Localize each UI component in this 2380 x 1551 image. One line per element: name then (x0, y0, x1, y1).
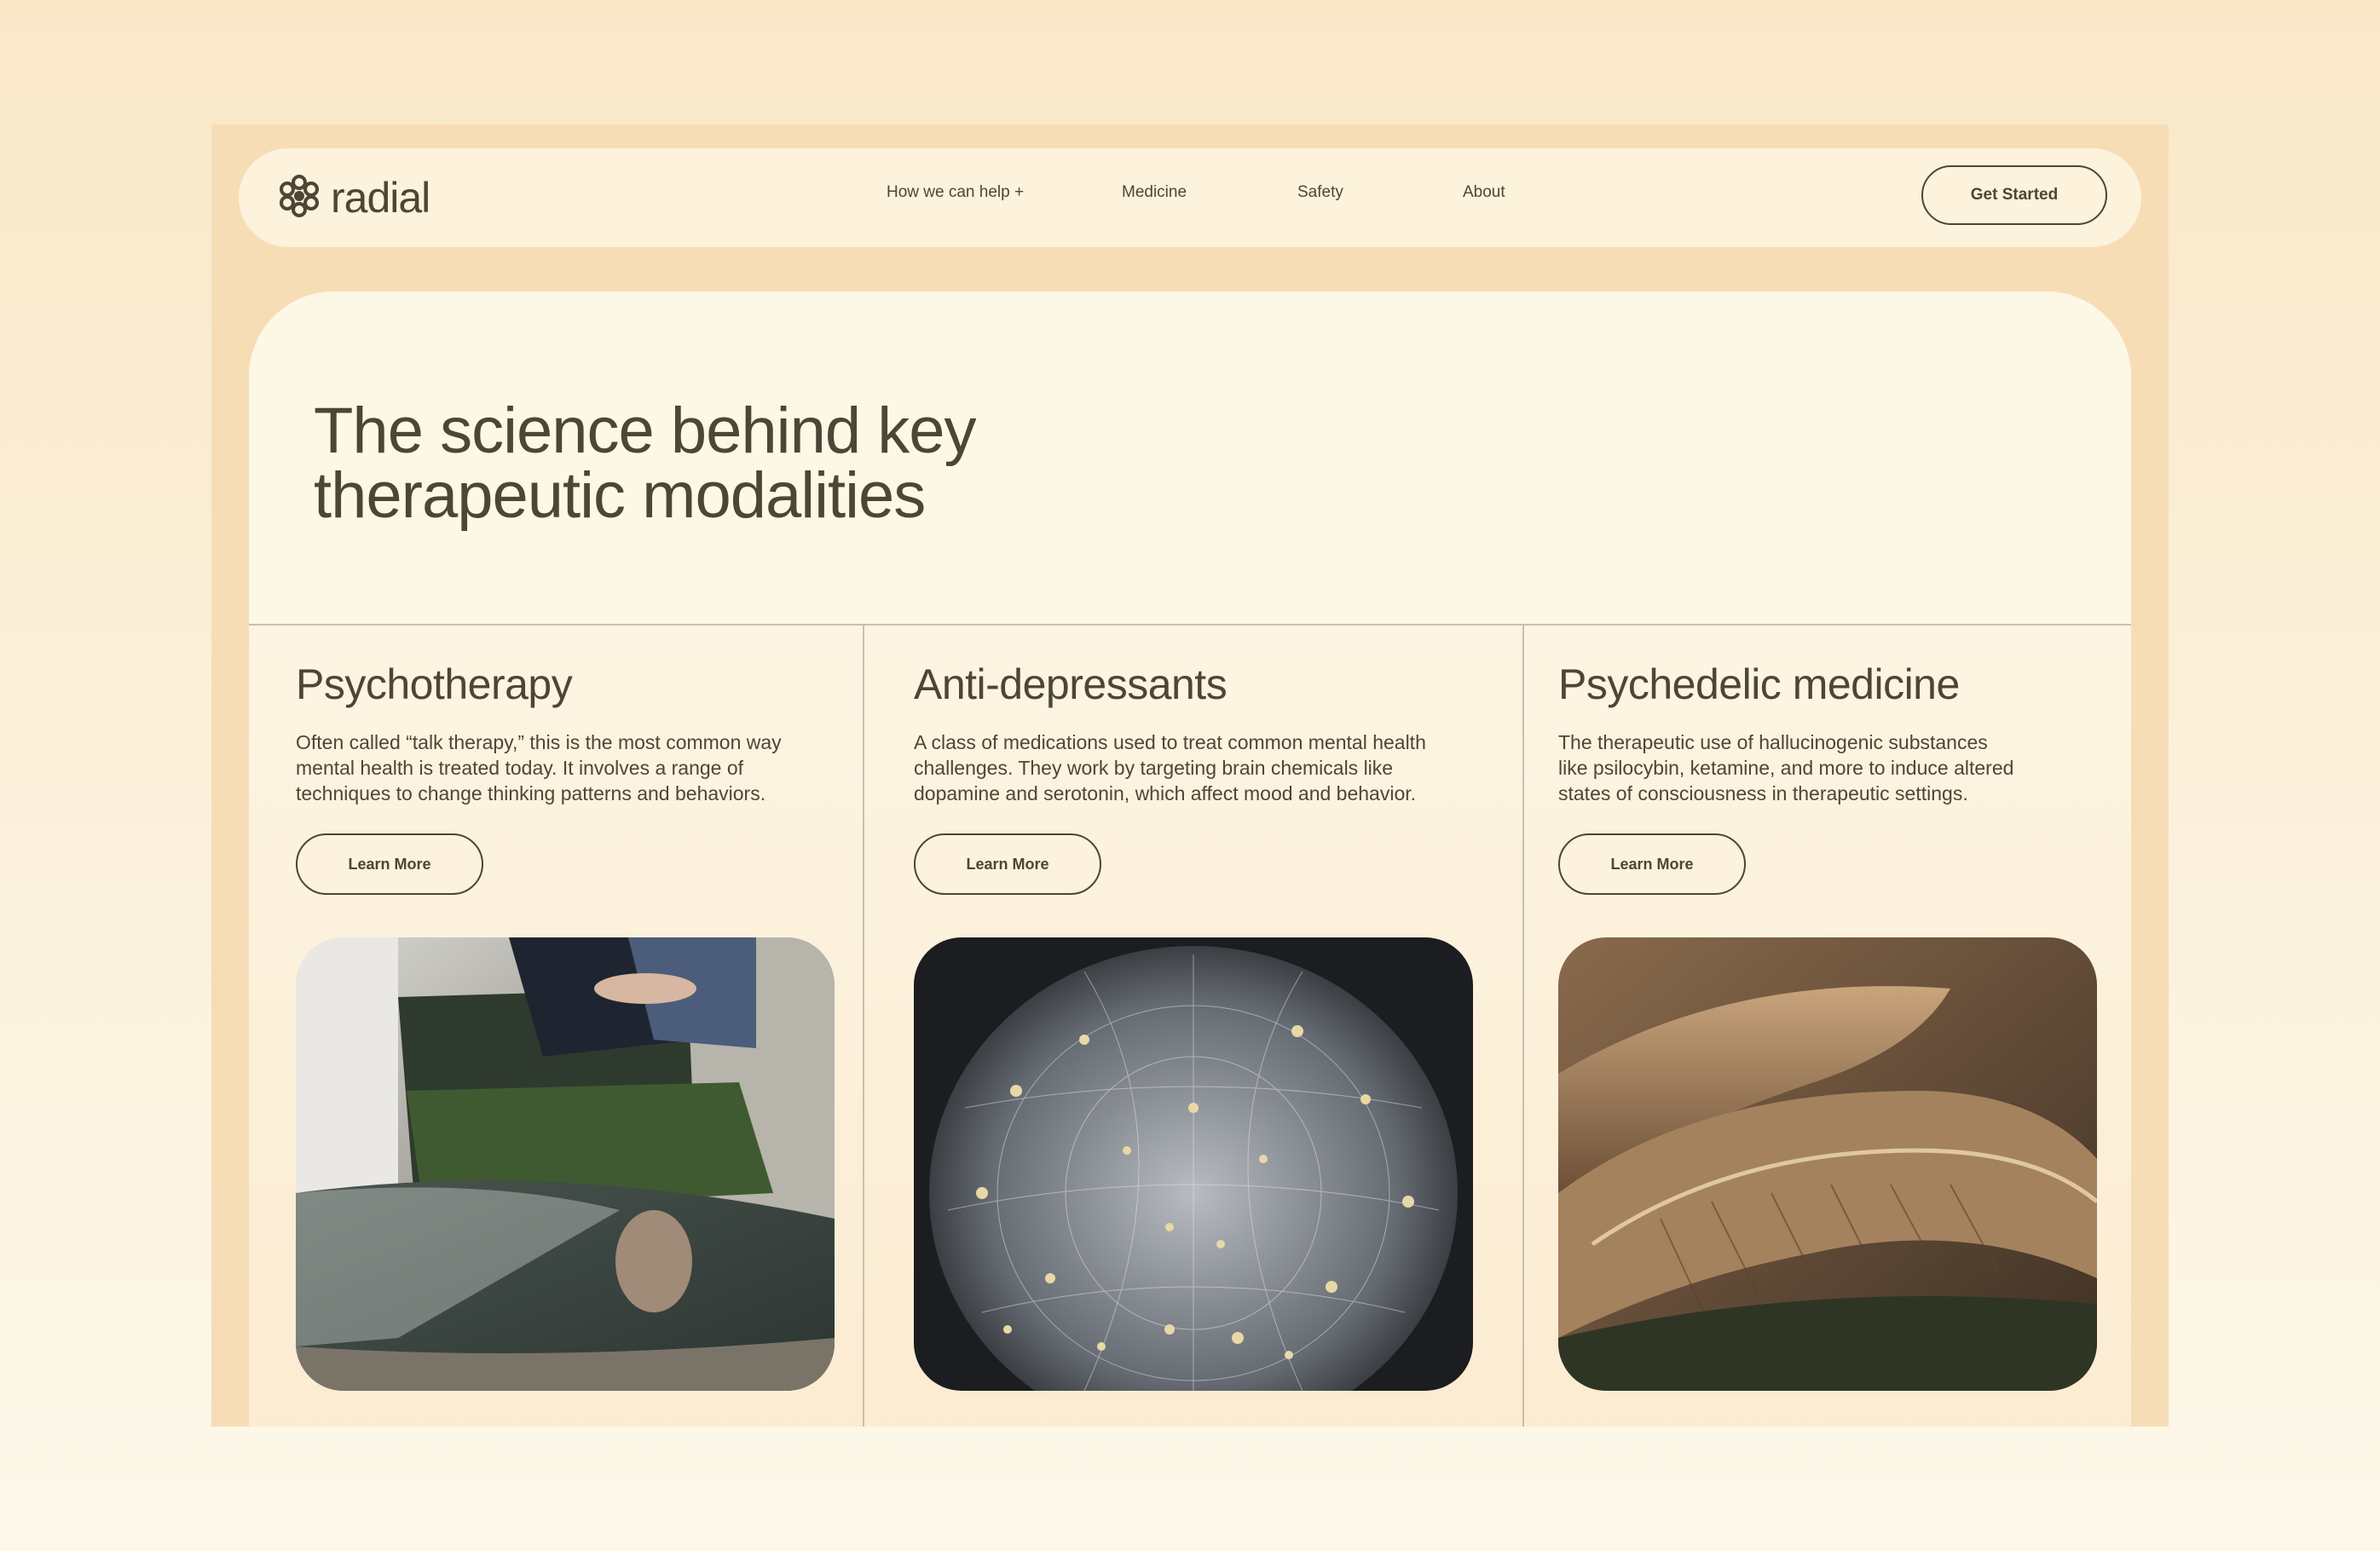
card-anti-depressants: Anti-depressants A class of medications … (863, 626, 1522, 1427)
nav-link-how-we-can-help[interactable]: How we can help + (887, 183, 1024, 202)
learn-more-button[interactable]: Learn More (296, 833, 483, 895)
nav-link-safety[interactable]: Safety (1297, 183, 1343, 202)
get-started-button[interactable]: Get Started (1921, 165, 2107, 225)
card-title: Psychedelic medicine (1558, 660, 1960, 708)
card-description: Often called “talk therapy,” this is the… (296, 731, 782, 804)
nav-link-about[interactable]: About (1463, 183, 1505, 202)
learn-more-button[interactable]: Learn More (914, 833, 1101, 895)
anti-depressants-image (914, 937, 1473, 1391)
card-psychotherapy: Psychotherapy Often called “talk therapy… (249, 626, 863, 1427)
page-title: The science behind key therapeutic modal… (314, 395, 976, 532)
card-description: A class of medications used to treat com… (914, 731, 1426, 804)
main-panel: The science behind key therapeutic modal… (249, 291, 2131, 1427)
card-description: The therapeutic use of hallucinogenic su… (1558, 731, 2014, 804)
nav-link-medicine[interactable]: Medicine (1122, 183, 1187, 202)
learn-more-button[interactable]: Learn More (1558, 833, 1746, 895)
brand-name: radial (331, 174, 430, 222)
card-title: Anti-depressants (914, 660, 1228, 708)
psychotherapy-image (296, 937, 835, 1391)
hero-section: The science behind key therapeutic modal… (249, 291, 2131, 626)
card-psychedelic-medicine: Psychedelic medicine The therapeutic use… (1522, 626, 2131, 1427)
top-navigation: radial How we can help + Medicine Safety… (239, 148, 2141, 247)
brand-logo[interactable]: radial (276, 172, 430, 223)
psychedelic-medicine-image (1558, 937, 2097, 1391)
browser-frame: radial How we can help + Medicine Safety… (211, 124, 2169, 1427)
card-title: Psychotherapy (296, 660, 573, 708)
radial-flower-icon (276, 173, 322, 223)
